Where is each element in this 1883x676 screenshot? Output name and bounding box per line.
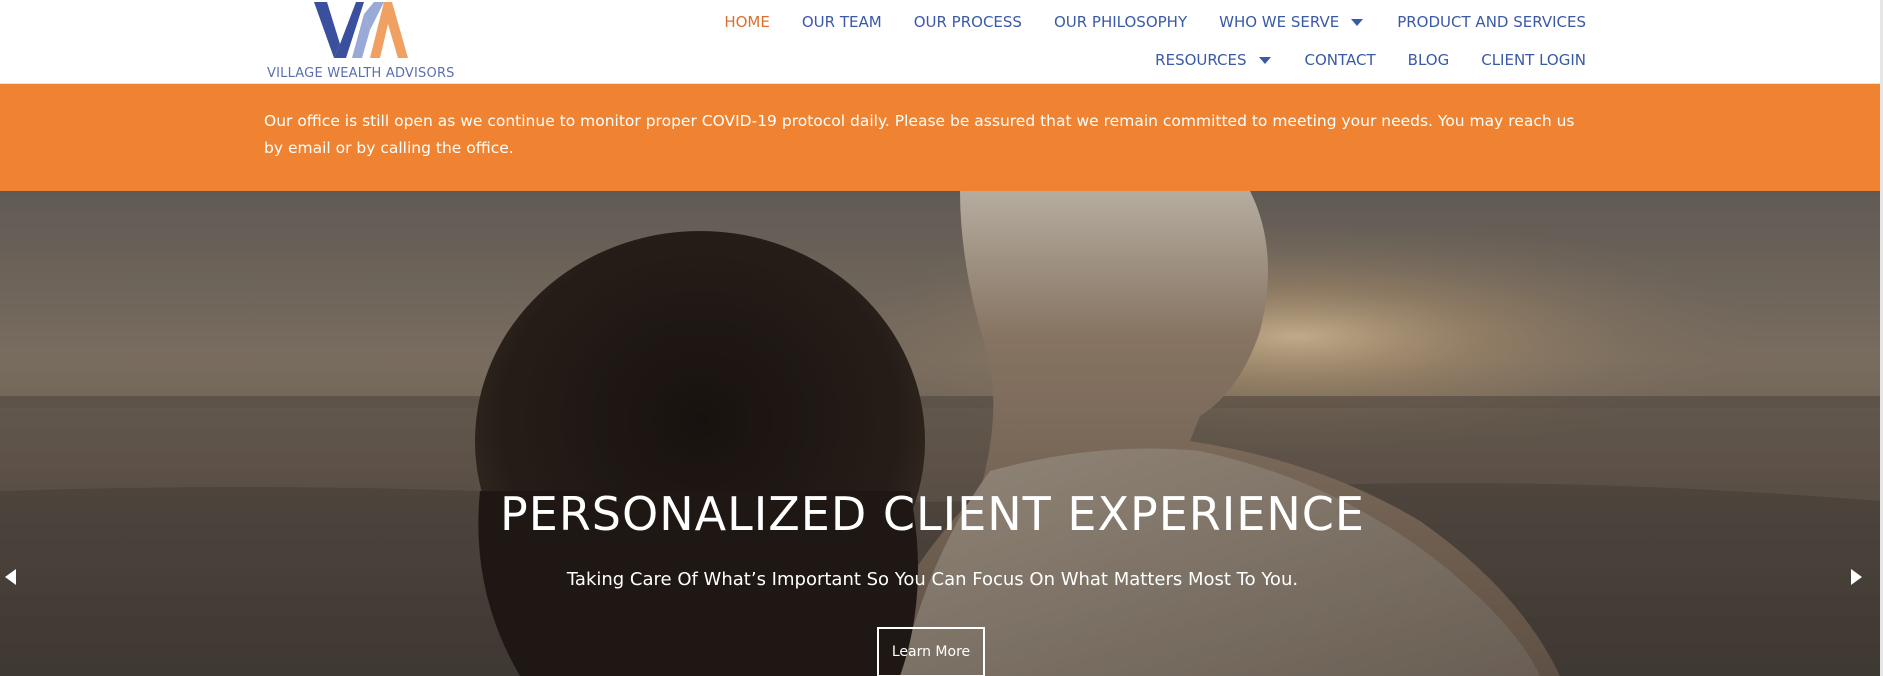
site-header: VILLAGE WEALTH ADVISORS HOME OUR TEAM OU… (0, 0, 1880, 84)
hero-slider: PERSONALIZED CLIENT EXPERIENCE Taking Ca… (0, 191, 1880, 676)
nav-contact[interactable]: CONTACT (1305, 50, 1376, 70)
nav-our-process[interactable]: OUR PROCESS (914, 12, 1022, 32)
nav-blog[interactable]: BLOG (1408, 50, 1450, 70)
hero-subtitle: Taking Care Of What’s Important So You C… (566, 569, 1299, 590)
learn-more-button[interactable]: Learn More (877, 627, 985, 676)
primary-nav-row-2: RESOURCES CONTACT BLOG CLIENT LOGIN (1123, 50, 1586, 70)
nav-our-philosophy[interactable]: OUR PHILOSOPHY (1054, 12, 1187, 32)
nav-who-we-serve-label: WHO WE SERVE (1219, 13, 1340, 31)
nav-our-team[interactable]: OUR TEAM (802, 12, 882, 32)
primary-nav-row-1: HOME OUR TEAM OUR PROCESS OUR PHILOSOPHY… (692, 12, 1586, 32)
nav-who-we-serve[interactable]: WHO WE SERVE (1219, 12, 1365, 32)
site-logo[interactable]: VILLAGE WEALTH ADVISORS (264, 0, 464, 83)
nav-resources[interactable]: RESOURCES (1155, 50, 1272, 70)
chevron-down-icon (1351, 18, 1364, 26)
covid-notice-bar: Our office is still open as we continue … (0, 84, 1880, 191)
nav-home[interactable]: HOME (724, 12, 770, 32)
page: VILLAGE WEALTH ADVISORS HOME OUR TEAM OU… (0, 0, 1883, 676)
triangle-right-icon[interactable] (1851, 569, 1862, 585)
hero-background-image (0, 191, 1880, 676)
brand-name: VILLAGE WEALTH ADVISORS (267, 66, 455, 81)
vwa-monogram-logo-icon (314, 2, 408, 58)
nav-client-login[interactable]: CLIENT LOGIN (1481, 50, 1586, 70)
chevron-down-icon (1258, 56, 1271, 64)
hero-title: PERSONALIZED CLIENT EXPERIENCE (500, 487, 1365, 541)
nav-resources-label: RESOURCES (1155, 51, 1247, 69)
nav-product-and-services[interactable]: PRODUCT AND SERVICES (1397, 12, 1586, 32)
notice-text: Our office is still open as we continue … (264, 112, 1575, 157)
triangle-left-icon[interactable] (5, 569, 16, 585)
